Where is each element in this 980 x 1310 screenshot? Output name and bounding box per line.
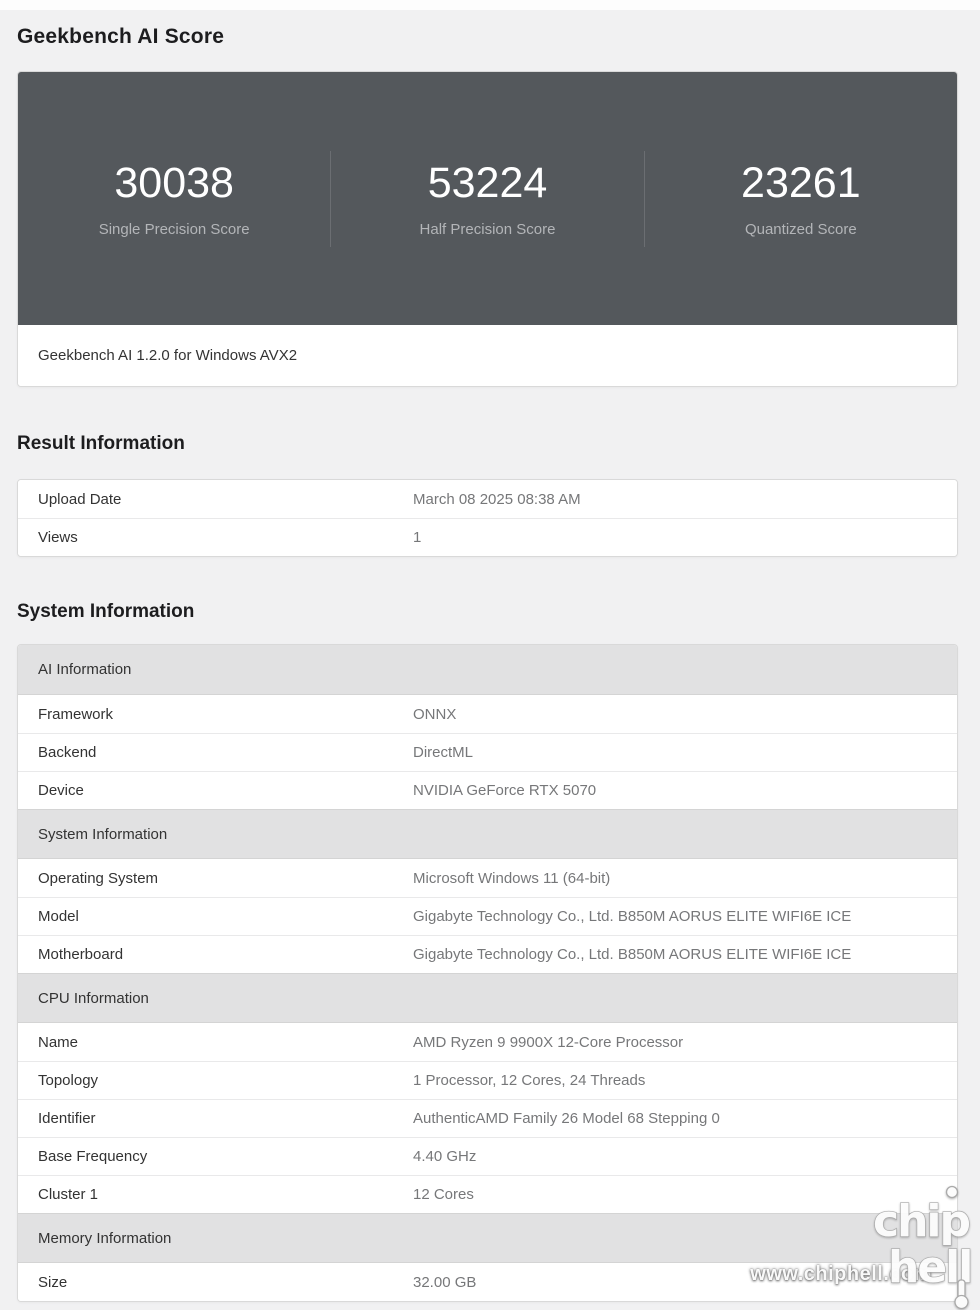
score-quantized: 23261 Quantized Score xyxy=(645,159,957,237)
row-value: 32.00 GB xyxy=(413,1274,937,1291)
result-information-heading: Result Information xyxy=(17,433,958,455)
row-label: Motherboard xyxy=(38,946,413,963)
row-label: Backend xyxy=(38,744,413,761)
row-value: March 08 2025 08:38 AM xyxy=(413,491,937,508)
half-precision-score-value: 53224 xyxy=(428,159,548,208)
page-title: Geekbench AI Score xyxy=(17,25,958,49)
table-row-memory-size: Size 32.00 GB xyxy=(18,1263,957,1301)
score-summary: 30038 Single Precision Score 53224 Half … xyxy=(18,72,957,325)
row-value: 4.40 GHz xyxy=(413,1148,937,1165)
row-value: Microsoft Windows 11 (64-bit) xyxy=(413,870,937,887)
table-row-framework: Framework ONNX xyxy=(18,695,957,733)
group-header-cpu-information: CPU Information xyxy=(18,973,957,1023)
table-row-cluster-1: Cluster 1 12 Cores xyxy=(18,1175,957,1213)
score-card: 30038 Single Precision Score 53224 Half … xyxy=(17,71,958,387)
row-label: Name xyxy=(38,1034,413,1051)
row-label: Framework xyxy=(38,706,413,723)
row-value: Gigabyte Technology Co., Ltd. B850M AORU… xyxy=(413,946,937,963)
row-label: Identifier xyxy=(38,1110,413,1127)
benchmark-version-text: Geekbench AI 1.2.0 for Windows AVX2 xyxy=(18,325,957,386)
table-row-upload-date: Upload Date March 08 2025 08:38 AM xyxy=(18,480,957,518)
result-page: Geekbench AI Score 30038 Single Precisio… xyxy=(0,25,980,1302)
group-header-memory-information: Memory Information xyxy=(18,1213,957,1263)
group-header-system-information: System Information xyxy=(18,809,957,859)
table-row-cpu-name: Name AMD Ryzen 9 9900X 12-Core Processor xyxy=(18,1023,957,1061)
group-header-ai-information: AI Information xyxy=(18,645,957,695)
quantized-score-label: Quantized Score xyxy=(745,221,857,238)
table-row-backend: Backend DirectML xyxy=(18,733,957,771)
row-label: Device xyxy=(38,782,413,799)
table-row-model: Model Gigabyte Technology Co., Ltd. B850… xyxy=(18,897,957,935)
row-label: Model xyxy=(38,908,413,925)
row-value: 1 Processor, 12 Cores, 24 Threads xyxy=(413,1072,937,1089)
table-row-identifier: Identifier AuthenticAMD Family 26 Model … xyxy=(18,1099,957,1137)
row-label: Cluster 1 xyxy=(38,1186,413,1203)
row-value: ONNX xyxy=(413,706,937,723)
half-precision-score-label: Half Precision Score xyxy=(420,221,556,238)
table-row-motherboard: Motherboard Gigabyte Technology Co., Ltd… xyxy=(18,935,957,973)
single-precision-score-label: Single Precision Score xyxy=(99,221,250,238)
row-value: 12 Cores xyxy=(413,1186,937,1203)
page-top-strip xyxy=(0,0,980,10)
single-precision-score-value: 30038 xyxy=(114,159,234,208)
row-label: Base Frequency xyxy=(38,1148,413,1165)
quantized-score-value: 23261 xyxy=(741,159,861,208)
table-row-operating-system: Operating System Microsoft Windows 11 (6… xyxy=(18,859,957,897)
row-value: AMD Ryzen 9 9900X 12-Core Processor xyxy=(413,1034,937,1051)
row-value: DirectML xyxy=(413,744,937,761)
row-value: 1 xyxy=(413,529,937,546)
system-information-table: AI Information Framework ONNX Backend Di… xyxy=(17,644,958,1302)
row-label: Views xyxy=(38,529,413,546)
row-label: Operating System xyxy=(38,870,413,887)
system-information-heading: System Information xyxy=(17,601,958,623)
score-half-precision: 53224 Half Precision Score xyxy=(331,159,643,237)
row-value: AuthenticAMD Family 26 Model 68 Stepping… xyxy=(413,1110,937,1127)
result-information-table: Upload Date March 08 2025 08:38 AM Views… xyxy=(17,479,958,557)
table-row-topology: Topology 1 Processor, 12 Cores, 24 Threa… xyxy=(18,1061,957,1099)
row-label: Topology xyxy=(38,1072,413,1089)
score-single-precision: 30038 Single Precision Score xyxy=(18,159,330,237)
row-value: Gigabyte Technology Co., Ltd. B850M AORU… xyxy=(413,908,937,925)
row-value: NVIDIA GeForce RTX 5070 xyxy=(413,782,937,799)
row-label: Size xyxy=(38,1274,413,1291)
table-row-base-frequency: Base Frequency 4.40 GHz xyxy=(18,1137,957,1175)
table-row-views: Views 1 xyxy=(18,518,957,556)
table-row-device: Device NVIDIA GeForce RTX 5070 xyxy=(18,771,957,809)
row-label: Upload Date xyxy=(38,491,413,508)
